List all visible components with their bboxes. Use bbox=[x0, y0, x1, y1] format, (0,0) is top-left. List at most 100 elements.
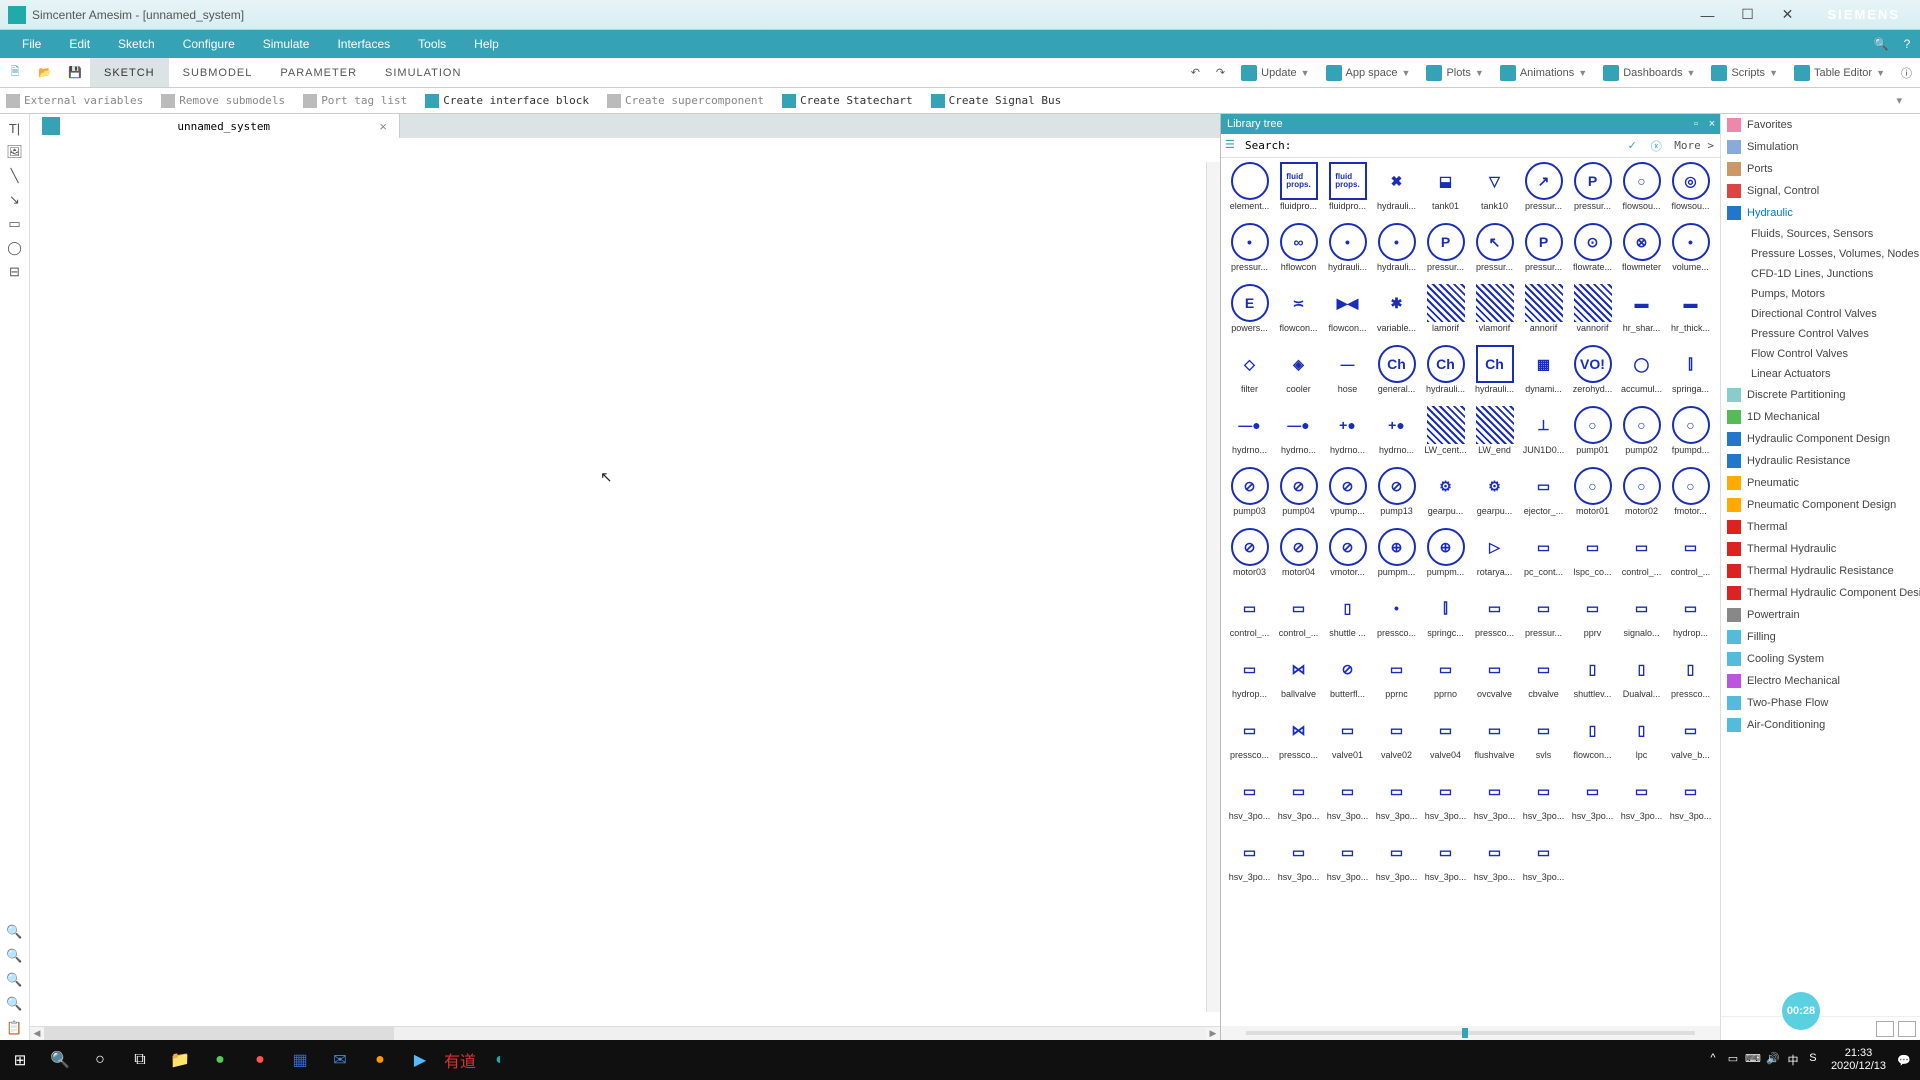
category-pressure-losses--volumes--nodes[interactable]: Pressure Losses, Volumes, Nodes bbox=[1721, 244, 1920, 264]
component-hydrno[interactable]: +●hydrno... bbox=[1372, 406, 1421, 464]
category-signal--control[interactable]: Signal, Control bbox=[1721, 180, 1920, 202]
taskbar-app-4[interactable]: 📁 bbox=[160, 1040, 200, 1080]
timer-badge[interactable]: 00:28 bbox=[1782, 992, 1820, 1030]
component-motor04[interactable]: ⊘motor04 bbox=[1274, 528, 1323, 586]
component-LW_cent[interactable]: LW_cent... bbox=[1421, 406, 1470, 464]
component-pprv[interactable]: ▭pprv bbox=[1568, 589, 1617, 647]
component-pump04[interactable]: ⊘pump04 bbox=[1274, 467, 1323, 525]
menu-sketch[interactable]: Sketch bbox=[104, 30, 169, 58]
component-hydrop[interactable]: ▭hydrop... bbox=[1666, 589, 1715, 647]
category-thermal-hydraulic-component-desi--[interactable]: Thermal Hydraulic Component Desi.. bbox=[1721, 582, 1920, 604]
component-pprno[interactable]: ▭pprno bbox=[1421, 650, 1470, 708]
rect-tool[interactable]: ▭ bbox=[5, 214, 25, 234]
component-pressur[interactable]: ↖pressur... bbox=[1470, 223, 1519, 281]
close-tab-icon[interactable]: × bbox=[379, 119, 387, 134]
component-pressco[interactable]: ▭pressco... bbox=[1225, 711, 1274, 769]
category-linear-actuators[interactable]: Linear Actuators bbox=[1721, 364, 1920, 384]
component-variable[interactable]: ✱variable... bbox=[1372, 284, 1421, 342]
ribbon-scripts-button[interactable]: Scripts▼ bbox=[1703, 65, 1786, 81]
zoom-in-icon[interactable]: 🔍 bbox=[5, 946, 25, 966]
component-hsv_3po[interactable]: ▭hsv_3po... bbox=[1274, 772, 1323, 830]
component-pc_cont[interactable]: ▭pc_cont... bbox=[1519, 528, 1568, 586]
zoom-out-icon[interactable]: 🔍 bbox=[5, 970, 25, 990]
component-pressur[interactable]: ▭pressur... bbox=[1519, 589, 1568, 647]
component-annorif[interactable]: annorif bbox=[1519, 284, 1568, 342]
component-hsv_3po[interactable]: ▭hsv_3po... bbox=[1372, 833, 1421, 891]
component-vannorif[interactable]: vannorif bbox=[1568, 284, 1617, 342]
component-filter[interactable]: ◇filter bbox=[1225, 345, 1274, 403]
menu-help[interactable]: Help bbox=[460, 30, 513, 58]
taskbar-app-5[interactable]: ● bbox=[200, 1040, 240, 1080]
component-hsv_3po[interactable]: ▭hsv_3po... bbox=[1372, 772, 1421, 830]
component-hydrauli[interactable]: Chhydrauli... bbox=[1470, 345, 1519, 403]
component-hydrno[interactable]: +●hydrno... bbox=[1323, 406, 1372, 464]
line-tool[interactable]: ╲ bbox=[5, 166, 25, 186]
component-hydrno[interactable]: —●hydrno... bbox=[1225, 406, 1274, 464]
component-fpumpd[interactable]: ○fpumpd... bbox=[1666, 406, 1715, 464]
tray-icon-1[interactable]: ▭ bbox=[1723, 1052, 1743, 1068]
category-pneumatic[interactable]: Pneumatic bbox=[1721, 472, 1920, 494]
maximize-button[interactable]: ☐ bbox=[1727, 6, 1767, 23]
component-hflowcon[interactable]: ∞hflowcon bbox=[1274, 223, 1323, 281]
component-element[interactable]: element... bbox=[1225, 162, 1274, 220]
component-flowcon[interactable]: ▶◀flowcon... bbox=[1323, 284, 1372, 342]
tree-icon[interactable]: ☰ bbox=[1225, 138, 1241, 154]
component-tank10[interactable]: ▽tank10 bbox=[1470, 162, 1519, 220]
search-accept-icon[interactable]: ✓ bbox=[1620, 139, 1644, 152]
component-pump02[interactable]: ○pump02 bbox=[1617, 406, 1666, 464]
ribbon-tab-sketch[interactable]: SKETCH bbox=[90, 58, 169, 87]
category-thermal-hydraulic-resistance[interactable]: Thermal Hydraulic Resistance bbox=[1721, 560, 1920, 582]
taskbar-app-12[interactable]: ◐ bbox=[480, 1040, 520, 1080]
component-gearpu[interactable]: ⚙gearpu... bbox=[1470, 467, 1519, 525]
component-lpc[interactable]: ▯lpc bbox=[1617, 711, 1666, 769]
ribbon-animations-button[interactable]: Animations▼ bbox=[1492, 65, 1595, 81]
component-Dualval[interactable]: ▯Dualval... bbox=[1617, 650, 1666, 708]
category-favorites[interactable]: Favorites bbox=[1721, 114, 1920, 136]
category-powertrain[interactable]: Powertrain bbox=[1721, 604, 1920, 626]
component-signalo[interactable]: ▭signalo... bbox=[1617, 589, 1666, 647]
component-hsv_3po[interactable]: ▭hsv_3po... bbox=[1225, 772, 1274, 830]
tray-icon-3[interactable]: 🔊 bbox=[1763, 1052, 1783, 1068]
category-pumps--motors[interactable]: Pumps, Motors bbox=[1721, 284, 1920, 304]
taskbar-app-9[interactable]: ● bbox=[360, 1040, 400, 1080]
horizontal-scrollbar[interactable]: ◀ ▶ bbox=[30, 1026, 1220, 1040]
component-control_[interactable]: ▭control_... bbox=[1666, 528, 1715, 586]
component-motor03[interactable]: ⊘motor03 bbox=[1225, 528, 1274, 586]
component-vmotor[interactable]: ⊘vmotor... bbox=[1323, 528, 1372, 586]
component-hydrop[interactable]: ▭hydrop... bbox=[1225, 650, 1274, 708]
component-dynami[interactable]: ▦dynami... bbox=[1519, 345, 1568, 403]
category-hydraulic-component-design[interactable]: Hydraulic Component Design bbox=[1721, 428, 1920, 450]
category-air-conditioning[interactable]: Air-Conditioning bbox=[1721, 714, 1920, 736]
zoom-reset-icon[interactable]: 🔍 bbox=[5, 994, 25, 1014]
component-cbvalve[interactable]: ▭cbvalve bbox=[1519, 650, 1568, 708]
open-icon[interactable]: 📂 bbox=[33, 61, 57, 85]
category-filling[interactable]: Filling bbox=[1721, 626, 1920, 648]
component-fluidpro[interactable]: fluid props.fluidpro... bbox=[1323, 162, 1372, 220]
component-hsv_3po[interactable]: ▭hsv_3po... bbox=[1323, 772, 1372, 830]
component-hydrauli[interactable]: •hydrauli... bbox=[1323, 223, 1372, 281]
tray-icon-0[interactable]: ^ bbox=[1703, 1052, 1723, 1068]
component-flowsou[interactable]: ◎flowsou... bbox=[1666, 162, 1715, 220]
close-panel-icon[interactable]: × bbox=[1704, 118, 1720, 130]
category-cooling-system[interactable]: Cooling System bbox=[1721, 648, 1920, 670]
component-flushvalve[interactable]: ▭flushvalve bbox=[1470, 711, 1519, 769]
component-pressur[interactable]: Ppressur... bbox=[1568, 162, 1617, 220]
taskbar-app-7[interactable]: ▦ bbox=[280, 1040, 320, 1080]
tray-icon-4[interactable]: 中 bbox=[1783, 1052, 1803, 1068]
component-pump13[interactable]: ⊘pump13 bbox=[1372, 467, 1421, 525]
taskbar-app-11[interactable]: 有道 bbox=[440, 1040, 480, 1080]
dropdown-icon[interactable]: ▾ bbox=[1896, 94, 1902, 107]
taskbar-app-3[interactable]: ⧉ bbox=[120, 1040, 160, 1080]
component-hsv_3po[interactable]: ▭hsv_3po... bbox=[1666, 772, 1715, 830]
component-hsv_3po[interactable]: ▭hsv_3po... bbox=[1568, 772, 1617, 830]
tray-icon-5[interactable]: S bbox=[1803, 1052, 1823, 1068]
vertical-scrollbar[interactable] bbox=[1206, 162, 1220, 1012]
component-hr_shar[interactable]: ▬hr_shar... bbox=[1617, 284, 1666, 342]
component-motor02[interactable]: ○motor02 bbox=[1617, 467, 1666, 525]
component-valve04[interactable]: ▭valve04 bbox=[1421, 711, 1470, 769]
minimize-button[interactable]: — bbox=[1687, 7, 1727, 23]
component-pump01[interactable]: ○pump01 bbox=[1568, 406, 1617, 464]
category-flow-control-valves[interactable]: Flow Control Valves bbox=[1721, 344, 1920, 364]
component-hydrauli[interactable]: ✖hydrauli... bbox=[1372, 162, 1421, 220]
component-hsv_3po[interactable]: ▭hsv_3po... bbox=[1519, 833, 1568, 891]
